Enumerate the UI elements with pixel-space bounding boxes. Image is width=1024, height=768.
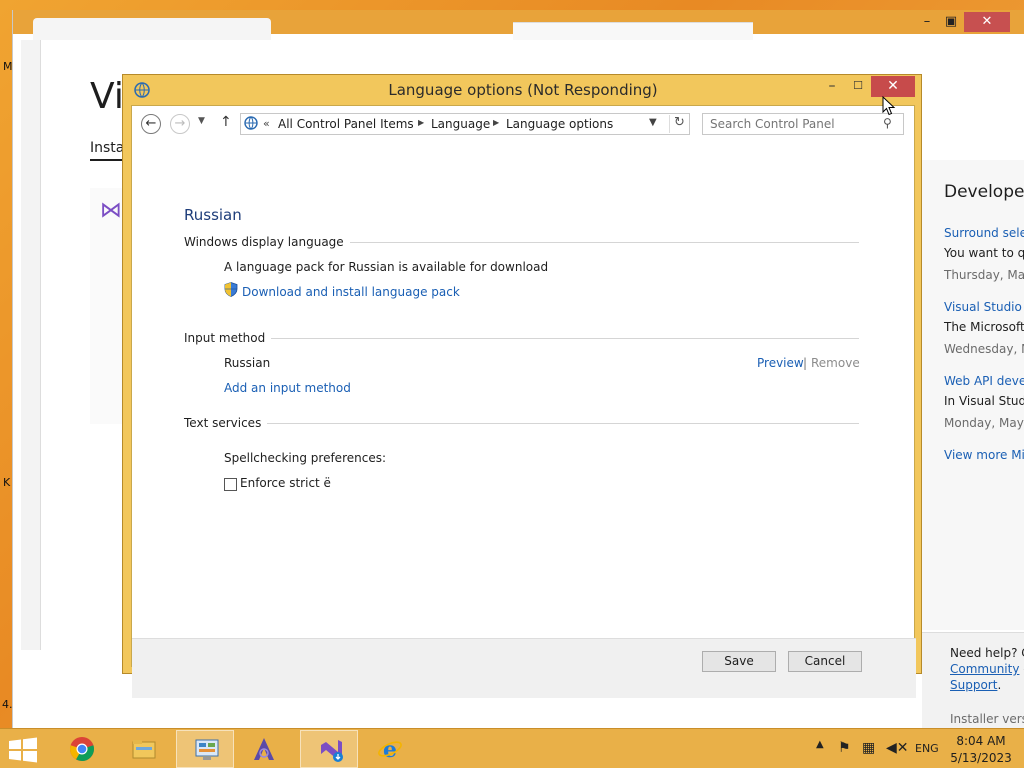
help-dot: . bbox=[997, 678, 1002, 692]
add-input-method-link[interactable]: Add an input method bbox=[224, 381, 351, 395]
language-heading: Russian bbox=[184, 206, 242, 224]
refresh-icon[interactable]: ↻ bbox=[669, 115, 689, 133]
bg-maximize-button[interactable]: ▣ bbox=[937, 12, 965, 32]
breadcrumb-separator-icon[interactable]: ▶ bbox=[418, 118, 424, 127]
taskbar-app-chrome[interactable] bbox=[52, 730, 110, 768]
recent-locations-button[interactable]: ▼ bbox=[198, 116, 205, 126]
minimize-button[interactable]: – bbox=[819, 77, 845, 97]
breadcrumb-language-options[interactable]: Language options bbox=[506, 117, 613, 131]
community-link[interactable]: Community bbox=[950, 662, 1019, 676]
input-method-name: Russian bbox=[224, 356, 271, 370]
taskbar-app-explorer[interactable] bbox=[114, 730, 172, 768]
link-separator: | bbox=[803, 356, 808, 370]
save-button[interactable]: Save bbox=[702, 651, 776, 672]
internet-explorer-icon: e bbox=[378, 737, 402, 762]
network-icon[interactable]: ▦ bbox=[862, 740, 875, 756]
mouse-cursor-icon bbox=[882, 96, 896, 116]
volume-muted-icon[interactable]: ◀✕ bbox=[886, 740, 909, 756]
bg-installed-tab[interactable]: Insta bbox=[90, 140, 125, 161]
enforce-strict-checkbox[interactable] bbox=[224, 478, 237, 491]
visual-studio-installer-icon bbox=[321, 740, 343, 762]
maximize-button[interactable]: ☐ bbox=[845, 77, 871, 97]
help-support-line: Support. bbox=[950, 678, 1001, 692]
help-links-line: Community or bbox=[950, 662, 1024, 676]
bg-close-button[interactable]: ✕ bbox=[964, 12, 1010, 32]
close-button[interactable]: ✕ bbox=[871, 76, 915, 97]
control-panel-icon bbox=[243, 115, 259, 135]
support-link[interactable]: Support bbox=[950, 678, 997, 692]
back-button[interactable]: ← bbox=[141, 114, 161, 134]
breadcrumb-all-items[interactable]: All Control Panel Items bbox=[278, 117, 414, 131]
search-input[interactable] bbox=[702, 113, 904, 135]
visual-studio-logo-icon: ⋈ bbox=[100, 198, 122, 223]
address-bar[interactable]: « All Control Panel Items ▶ Language ▶ L… bbox=[240, 113, 690, 135]
taskbar-app-ie[interactable]: e bbox=[360, 730, 418, 768]
taskbar-app-control-panel[interactable] bbox=[176, 730, 234, 768]
breadcrumb-separator-icon[interactable]: ▶ bbox=[493, 118, 499, 127]
bg-page-title: Vi bbox=[90, 76, 124, 117]
download-language-pack-link[interactable]: Download and install language pack bbox=[242, 285, 460, 299]
view-more-link[interactable]: View more Mic bbox=[944, 448, 1024, 462]
text-services-section-title: Text services bbox=[184, 416, 268, 430]
desktop-fragment: 4. bbox=[2, 698, 13, 711]
spellcheck-label: Spellchecking preferences: bbox=[224, 451, 386, 465]
language-options-dialog[interactable]: Language options (Not Responding) – ☐ ✕ … bbox=[122, 74, 922, 698]
news-item-text: In Visual Studio bbox=[944, 394, 1024, 408]
action-center-icon[interactable]: ⚑ bbox=[838, 740, 851, 756]
taskbar: e ▲ ⚑ ▦ ◀✕ ENG 8:04 AM 5/13/2023 bbox=[0, 728, 1024, 768]
show-hidden-icons-button[interactable]: ▲ bbox=[816, 739, 824, 750]
breadcrumb-language[interactable]: Language bbox=[431, 117, 490, 131]
taskbar-app-vs-installer[interactable] bbox=[300, 730, 358, 768]
news-item-text: The Microsoft F bbox=[944, 320, 1024, 334]
input-method-section-title: Input method bbox=[184, 331, 272, 345]
section-divider bbox=[184, 338, 859, 339]
dialog-content: ← → ▼ ↑ « All Control Panel Items ▶ Lang… bbox=[131, 105, 916, 698]
app-a-icon bbox=[254, 738, 274, 760]
developer-news-heading: Developer bbox=[944, 182, 1024, 202]
control-panel-icon bbox=[195, 739, 219, 760]
preview-link[interactable]: Preview bbox=[757, 356, 804, 370]
news-item-text: You want to qu bbox=[944, 246, 1024, 260]
uac-shield-icon bbox=[224, 282, 238, 297]
start-button[interactable] bbox=[6, 737, 40, 763]
forward-button[interactable]: → bbox=[170, 114, 190, 134]
input-language-indicator[interactable]: ENG bbox=[915, 742, 939, 755]
chevron-left-icon[interactable]: « bbox=[263, 117, 270, 130]
remove-link[interactable]: Remove bbox=[811, 356, 860, 370]
background-tab[interactable] bbox=[33, 18, 271, 40]
background-tab-2[interactable] bbox=[513, 22, 753, 40]
bg-side-strip bbox=[21, 40, 41, 650]
news-item-title[interactable]: Web API develo bbox=[944, 374, 1024, 388]
news-item-date: Wednesday, Ma bbox=[944, 342, 1024, 356]
file-explorer-icon bbox=[132, 740, 156, 759]
chrome-icon bbox=[70, 737, 94, 761]
taskbar-app-a[interactable] bbox=[234, 730, 292, 768]
enforce-strict-label[interactable]: Enforce strict ё bbox=[240, 476, 331, 490]
clock-time[interactable]: 8:04 AM bbox=[954, 734, 1008, 748]
news-item-date: Thursday, May bbox=[944, 268, 1024, 282]
installer-version-text: Installer versio bbox=[950, 712, 1024, 726]
help-text: Need help? Ch bbox=[950, 646, 1024, 660]
display-language-section-title: Windows display language bbox=[184, 235, 350, 249]
clock-date[interactable]: 5/13/2023 bbox=[950, 751, 1012, 765]
news-item-date: Monday, May 1 bbox=[944, 416, 1024, 430]
dialog-title: Language options (Not Responding) bbox=[388, 81, 658, 99]
section-divider bbox=[184, 423, 859, 424]
news-item-title[interactable]: Surround select bbox=[944, 226, 1024, 240]
dialog-footer: Save Cancel bbox=[132, 638, 916, 698]
desktop-fragment: K bbox=[3, 476, 11, 489]
news-item-title[interactable]: Visual Studio U bbox=[944, 300, 1024, 314]
up-button[interactable]: ↑ bbox=[220, 114, 232, 130]
language-pack-message: A language pack for Russian is available… bbox=[224, 260, 549, 274]
svg-text:e: e bbox=[383, 737, 397, 762]
cancel-button[interactable]: Cancel bbox=[788, 651, 862, 672]
search-icon[interactable]: ⚲ bbox=[883, 116, 892, 130]
chevron-down-icon[interactable]: ▼ bbox=[649, 117, 657, 128]
